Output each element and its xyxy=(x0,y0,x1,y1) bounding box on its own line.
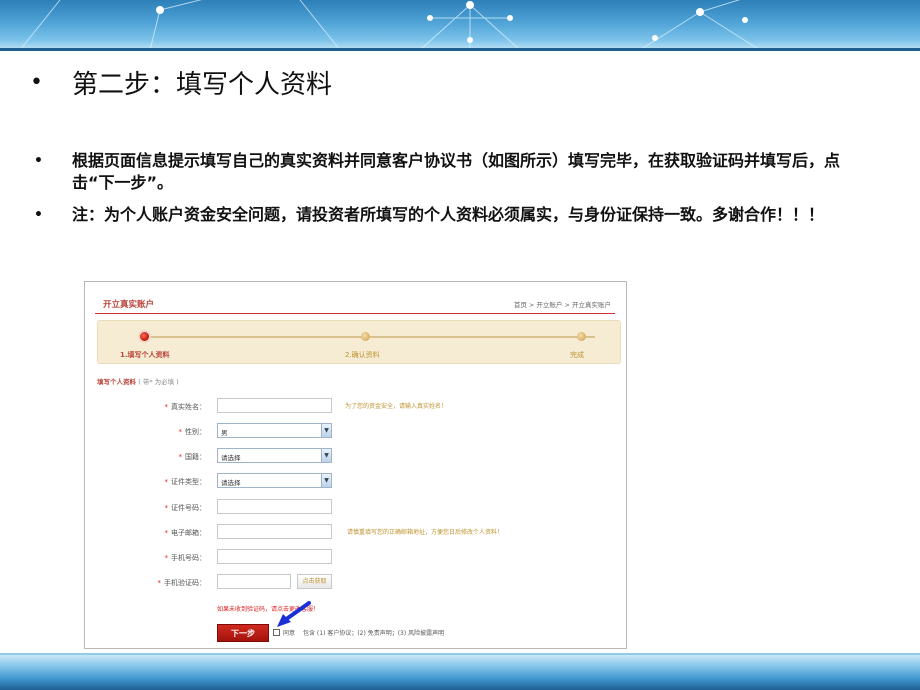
step-label-fill-info: 1.填写个人资料 xyxy=(120,351,170,359)
form-page-title: 开立真实账户 xyxy=(103,300,155,310)
get-code-button[interactable]: 点击获取 xyxy=(297,574,332,589)
nationality-label: * 国籍： xyxy=(178,453,207,461)
step-label-confirm: 2.确认资料 xyxy=(345,351,380,359)
email-label: * 电子邮箱： xyxy=(164,529,207,537)
row-id-number: * 证件号码： xyxy=(85,499,626,517)
network-pattern-icon xyxy=(19,0,761,50)
email-field[interactable] xyxy=(217,524,332,539)
step-node-1-icon xyxy=(138,330,151,343)
bullet-item: • 根据页面信息提示填写自己的真实资料并同意客户协议书（如图所示）填写完毕，在获… xyxy=(30,150,870,194)
bullet-icon: • xyxy=(34,207,43,223)
row-real-name: * 真实姓名： 为了您的资金安全，请输入真实姓名！ xyxy=(85,398,626,416)
bullet-item: • 注：为个人账户资金安全问题，请投资者所填写的个人资料必须属实，与身份证保持一… xyxy=(30,204,870,226)
real-name-hint: 为了您的资金安全，请输入真实姓名！ xyxy=(345,403,448,410)
agreement-links[interactable]: 包含 (1) 客户协议；(2) 免责声明；(3) 风险披露声明 xyxy=(303,628,444,637)
sms-code-label: * 手机验证码： xyxy=(157,579,207,587)
bullet-icon: • xyxy=(34,153,43,169)
next-step-button[interactable]: 下一步 xyxy=(217,624,269,642)
row-phone: * 手机号码： xyxy=(85,549,626,567)
row-nationality: * 国籍： 请选择 ▼ xyxy=(85,448,626,466)
embedded-form-screenshot: 开立真实账户 首页 > 开立账户 > 开立真实账户 1.填写个人资料 2.确认资… xyxy=(84,281,627,649)
step-node-3-icon xyxy=(577,332,586,341)
progress-steps: 1.填写个人资料 2.确认资料 完成 xyxy=(97,320,621,364)
bullet-text: 注：为个人账户资金安全问题，请投资者所填写的个人资料必须属实，与身份证保持一致。… xyxy=(72,205,825,224)
id-type-label: * 证件类型： xyxy=(164,478,207,486)
step-label-done: 完成 xyxy=(570,351,584,359)
form-section-heading: 填写个人资料 ( 带* 为必填 ) xyxy=(97,376,179,386)
bullet-icon: • xyxy=(30,70,43,95)
id-number-label: * 证件号码： xyxy=(164,504,207,512)
form-header: 开立真实账户 首页 > 开立账户 > 开立真实账户 xyxy=(95,292,615,314)
id-type-select[interactable]: 请选择 ▼ xyxy=(217,473,332,488)
real-name-label: * 真实姓名： xyxy=(164,403,207,411)
sms-code-input[interactable] xyxy=(217,574,291,589)
email-hint: 请慎重填写您的正确邮箱地址，方便您日后修改个人资料！ xyxy=(347,529,504,536)
gender-label: * 性别： xyxy=(178,428,207,436)
row-id-type: * 证件类型： 请选择 ▼ xyxy=(85,473,626,491)
slide-title-text: 第二步：填写个人资料 xyxy=(72,70,333,100)
real-name-input[interactable] xyxy=(217,398,332,413)
bullet-text: 根据页面信息提示填写自己的真实资料并同意客户协议书（如图所示）填写完毕，在获取验… xyxy=(72,151,841,192)
row-gender: * 性别： 男 ▼ xyxy=(85,423,626,441)
agree-label: 同意 xyxy=(283,630,296,637)
chevron-down-icon: ▼ xyxy=(321,449,331,462)
top-banner xyxy=(0,0,920,50)
slide-title: • 第二步：填写个人资料 xyxy=(30,64,332,101)
row-email: * 电子邮箱： 请慎重填写您的正确邮箱地址，方便您日后修改个人资料！ xyxy=(85,524,626,542)
row-sms-code: * 手机验证码： 点击获取 xyxy=(85,574,626,592)
gender-select[interactable]: 男 ▼ xyxy=(217,423,332,438)
required-note: ( 带* 为必填 ) xyxy=(138,378,179,386)
header-divider xyxy=(95,313,615,314)
phone-label: * 手机号码： xyxy=(164,554,207,562)
top-divider xyxy=(0,48,920,51)
id-number-input[interactable] xyxy=(217,499,332,514)
slide: • 第二步：填写个人资料 • 根据页面信息提示填写自己的真实资料并同意客户协议书… xyxy=(0,0,920,690)
bullet-list: • 根据页面信息提示填写自己的真实资料并同意客户协议书（如图所示）填写完毕，在获… xyxy=(30,150,870,236)
agree-checkbox[interactable] xyxy=(273,629,280,636)
form-heading-text: 填写个人资料 xyxy=(97,378,136,386)
step-track xyxy=(145,336,595,338)
chevron-down-icon: ▼ xyxy=(321,424,331,437)
step-node-2-icon xyxy=(361,332,370,341)
bottom-banner xyxy=(0,655,920,690)
nationality-select[interactable]: 请选择 ▼ xyxy=(217,448,332,463)
chevron-down-icon: ▼ xyxy=(321,474,331,487)
phone-input[interactable] xyxy=(217,549,332,564)
breadcrumb[interactable]: 首页 > 开立账户 > 开立真实账户 xyxy=(514,299,611,309)
pointer-arrow-icon xyxy=(277,601,311,627)
